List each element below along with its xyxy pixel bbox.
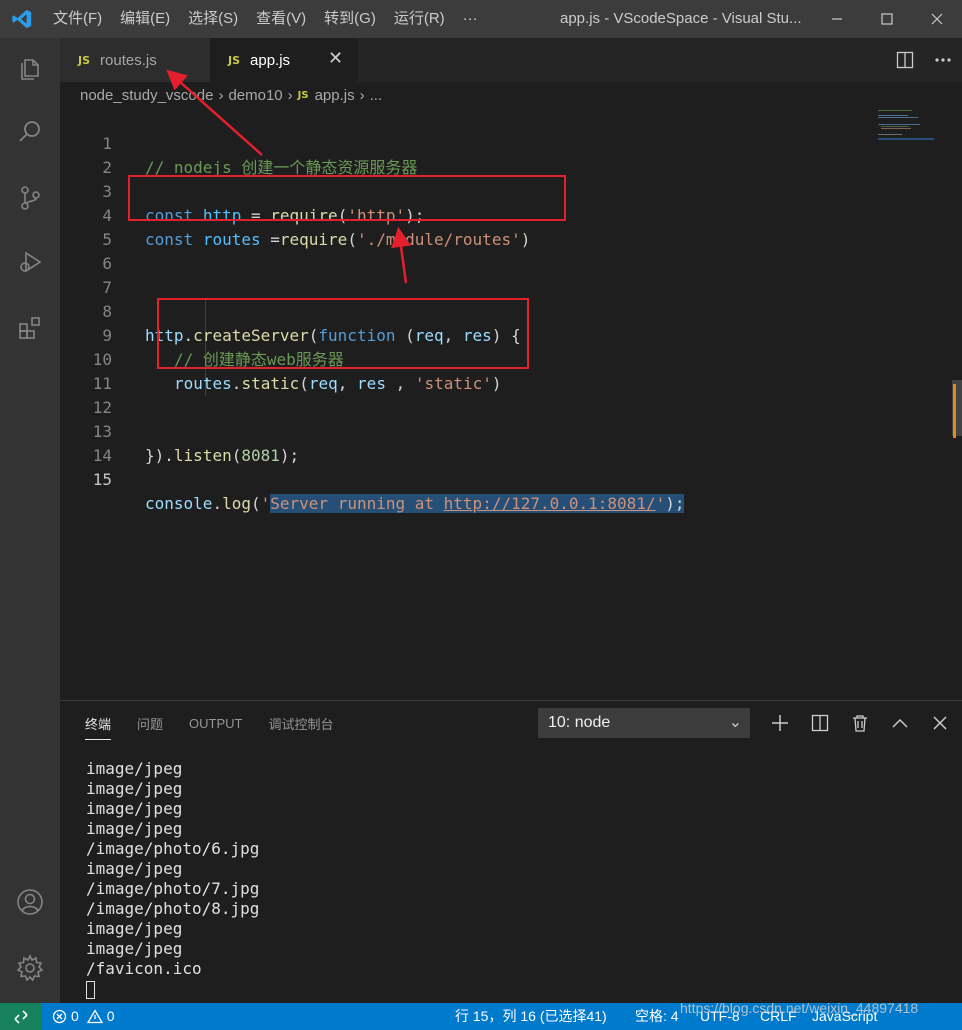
terminal-line: /image/photo/6.jpg <box>86 839 260 858</box>
chevron-down-icon: ⌄ <box>728 714 742 731</box>
terminal-line: image/jpeg <box>86 919 183 938</box>
warning-icon <box>86 1009 103 1024</box>
remote-icon[interactable] <box>0 1003 42 1030</box>
terminal-output[interactable]: image/jpeg image/jpeg image/jpeg image/j… <box>86 759 259 999</box>
annotation-arrow-to-tab <box>166 69 263 156</box>
error-count: 0 <box>71 1008 79 1024</box>
maximize-panel-icon[interactable] <box>880 718 920 728</box>
terminal-line: /image/photo/8.jpg <box>86 899 260 918</box>
settings-gear-icon[interactable] <box>0 940 60 996</box>
tab-problems[interactable]: 问题 <box>137 714 163 733</box>
tab-terminal[interactable]: 终端 <box>85 714 112 740</box>
terminal-line: /favicon.ico <box>86 959 202 978</box>
terminal-line: /image/photo/7.jpg <box>86 879 260 898</box>
terminal-line: image/jpeg <box>86 819 183 838</box>
terminal-select[interactable]: 10: node ⌄ <box>538 708 750 738</box>
terminal-line: image/jpeg <box>86 939 183 958</box>
terminal-select-value: 10: node <box>548 714 611 731</box>
bottom-panel: 终端 问题 OUTPUT 调试控制台 10: node ⌄ image/jpeg… <box>60 700 962 1003</box>
terminal-cursor <box>86 980 95 999</box>
watermark: https://blog.csdn.net/weixin_44897418 <box>680 1000 919 1016</box>
error-icon <box>52 1009 67 1024</box>
terminal-line: image/jpeg <box>86 779 183 798</box>
extensions-icon[interactable] <box>0 300 60 356</box>
activity-bar <box>0 38 60 1003</box>
terminal-line: image/jpeg <box>86 799 183 818</box>
terminal-line: image/jpeg <box>86 859 183 878</box>
split-terminal-icon[interactable] <box>800 714 840 732</box>
account-icon[interactable] <box>0 874 60 930</box>
cursor-position[interactable]: 行 15，列 16 (已选择41) <box>455 1003 607 1030</box>
tab-output[interactable]: OUTPUT <box>189 716 242 731</box>
terminal-line: image/jpeg <box>86 759 183 778</box>
problems-indicator[interactable]: 0 0 <box>52 1003 115 1030</box>
warning-count: 0 <box>106 1008 115 1024</box>
indentation[interactable]: 空格: 4 <box>635 1003 679 1030</box>
annotation-arrows <box>391 227 411 284</box>
add-terminal-icon[interactable] <box>760 714 800 732</box>
code-editor[interactable]: 1 // nodejs 创建一个静态资源服务器 2 3 const http =… <box>60 108 962 700</box>
tab-debug-console[interactable]: 调试控制台 <box>268 714 333 733</box>
trash-icon[interactable] <box>840 714 880 732</box>
run-debug-icon[interactable] <box>0 234 60 290</box>
close-panel-icon[interactable] <box>920 716 960 730</box>
